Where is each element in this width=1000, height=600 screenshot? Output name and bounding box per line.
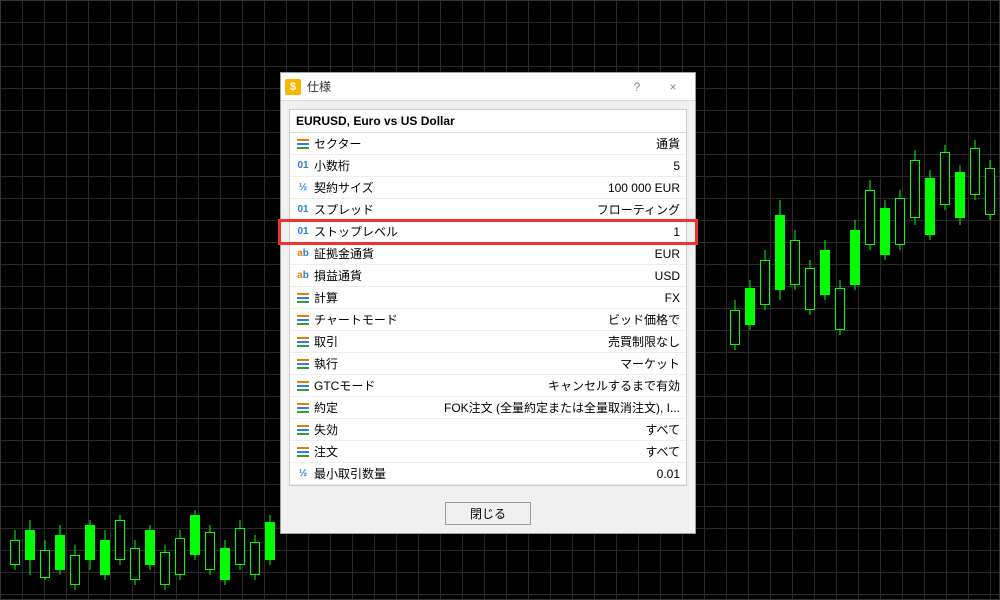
outer-border [0,0,1000,600]
